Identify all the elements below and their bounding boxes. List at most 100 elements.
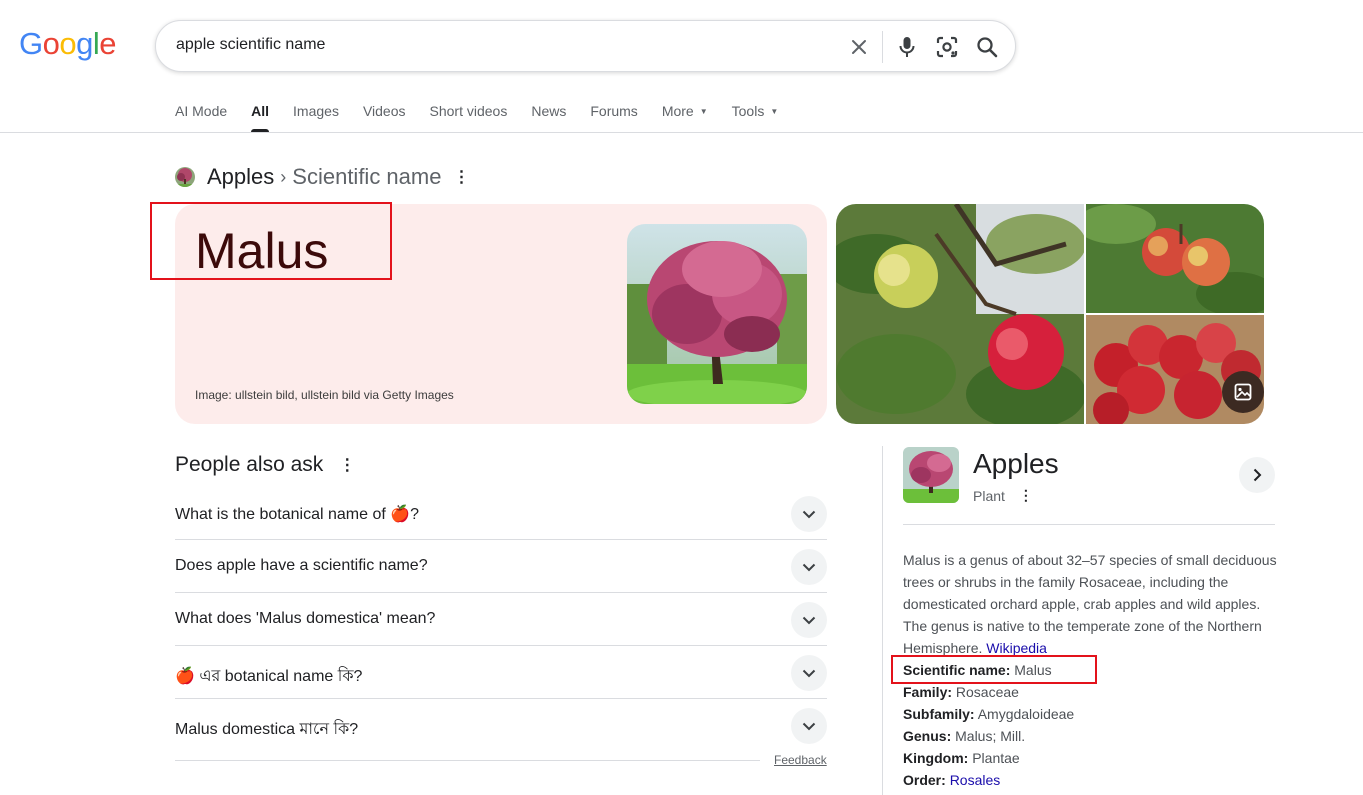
paa-question-5[interactable]: Malus domestica মানে কি? [175,699,827,752]
tab-label: Short videos [429,103,508,119]
paa-title: People also ask [175,453,324,476]
logo-letter: g [76,26,93,61]
apples-on-tree-image[interactable] [1086,204,1264,313]
tab-all[interactable]: All [251,100,269,132]
paa-question-2[interactable]: Does apple have a scientific name? [175,540,827,593]
apple-emoji: 🍎 [390,506,411,523]
apple-emoji: 🍎 [175,668,195,685]
fact-kingdom: Kingdom: Plantae [903,747,1074,769]
breadcrumb-apples-link[interactable]: Apples [207,164,274,190]
fact-genus: Genus: Malus; Mill. [903,725,1074,747]
fact-value: Plantae [972,750,1020,766]
search-input[interactable] [176,36,776,54]
microphone-icon[interactable] [894,34,920,60]
kp-description-text: Malus is a genus of about 32–57 species … [903,552,1277,656]
google-logo[interactable]: Google [19,26,117,61]
tab-videos[interactable]: Videos [363,100,406,132]
more-options-icon[interactable]: ⋮ [453,167,469,187]
paa-text: What is the botanical name of [175,506,391,523]
kp-subtitle: Plant [973,487,1005,504]
fact-label: Genus: [903,728,952,744]
tab-label: More [661,103,694,119]
chevron-down-icon[interactable] [791,708,827,744]
fact-value: Amygdaloideae [977,706,1075,722]
search-box [155,20,1016,72]
tab-news[interactable]: News [531,100,566,132]
fact-subfamily: Subfamily: Amygdaloideae [903,703,1074,725]
kp-divider [903,524,1275,525]
wikipedia-link[interactable]: Wikipedia [986,640,1047,656]
fact-family: Family: Rosaceae [903,681,1074,703]
rosales-link[interactable]: Rosales [950,772,1001,788]
tab-tools[interactable]: Tools ▼ [732,100,779,132]
highlight-box-answer [150,202,392,280]
tab-images[interactable]: Images [293,100,339,132]
knowledge-panel-border [882,446,883,795]
tab-forums[interactable]: Forums [590,100,637,132]
chevron-down-icon[interactable] [791,496,827,532]
lens-camera-icon[interactable] [934,34,960,60]
breadcrumb-separator: › [280,166,287,187]
search-tabs: AI Mode All Images Videos Short videos N… [175,100,802,132]
feedback-link[interactable]: Feedback [774,753,827,767]
more-options-icon[interactable]: ⋮ [339,455,355,475]
fact-label: Order: [903,772,946,788]
paa-list: What is the botanical name of 🍎? Does ap… [175,487,827,752]
fact-label: Subfamily: [903,706,975,722]
kp-subtitle-row: Plant ⋮ [973,487,1033,504]
more-options-icon[interactable]: ⋮ [1019,487,1033,504]
paa-text: ? [410,506,420,523]
breadcrumb: Apples › Scientific name ⋮ [175,164,469,190]
paa-question-1[interactable]: What is the botanical name of 🍎? [175,487,827,540]
kp-description: Malus is a genus of about 32–57 species … [903,549,1281,659]
caret-down-icon: ▼ [699,107,708,116]
logo-letter: o [42,26,60,61]
caret-down-icon: ▼ [770,107,779,116]
paa-text: Does apple have a scientific name? [175,557,428,574]
search-icon[interactable] [974,34,1000,60]
paa-question-text: Malus domestica মানে কি? [175,716,358,743]
tab-label: Tools [731,103,765,119]
fact-order: Order: Rosales [903,769,1074,791]
breadcrumb-scientific-name: Scientific name [292,164,442,189]
paa-heading: People also ask ⋮ [175,453,355,477]
fact-value: Rosaceae [955,684,1019,700]
highlight-box-scientific-name [891,655,1097,684]
tabs-divider [0,132,1363,133]
paa-question-text: What is the botanical name of 🍎? [175,504,419,524]
paa-question-text: Does apple have a scientific name? [175,557,428,575]
clear-icon[interactable] [846,34,872,60]
tab-ai-mode[interactable]: AI Mode [175,100,227,132]
kp-title: Apples [973,448,1059,479]
chevron-down-icon[interactable] [791,655,827,691]
paa-divider [175,760,760,761]
tab-label: All [251,103,270,119]
more-images-icon[interactable] [1222,371,1264,413]
tab-label: News [531,103,567,119]
paa-text: এর botanical name কি? [194,668,363,685]
apple-tree-thumbnail [175,167,195,187]
tab-label: Forums [590,103,638,119]
fact-label: Kingdom: [903,750,969,766]
apple-tree-image[interactable] [627,224,807,404]
tab-label: Images [293,103,339,119]
tab-short-videos[interactable]: Short videos [430,100,508,132]
paa-text: What does 'Malus domestica' mean? [175,610,436,627]
logo-letter: o [59,26,77,61]
logo-letter: G [19,26,43,61]
fact-label: Family: [903,684,953,700]
tab-label: AI Mode [175,103,228,119]
paa-question-4[interactable]: 🍎 এর botanical name কি? [175,646,827,699]
chevron-right-icon[interactable] [1239,457,1275,493]
paa-question-3[interactable]: What does 'Malus domestica' mean? [175,593,827,646]
kp-apple-tree-thumbnail[interactable] [903,447,959,503]
chevron-down-icon[interactable] [791,549,827,585]
tab-more[interactable]: More ▼ [662,100,708,132]
image-credit: Image: ullstein bild, ullstein bild via … [195,388,454,402]
chevron-down-icon[interactable] [791,602,827,638]
paa-question-text: 🍎 এর botanical name কি? [175,663,362,690]
apple-branch-image[interactable] [836,204,1084,424]
logo-letter: e [99,26,117,61]
paa-question-text: What does 'Malus domestica' mean? [175,610,435,628]
paa-text: Malus domestica মানে কি? [175,721,359,738]
